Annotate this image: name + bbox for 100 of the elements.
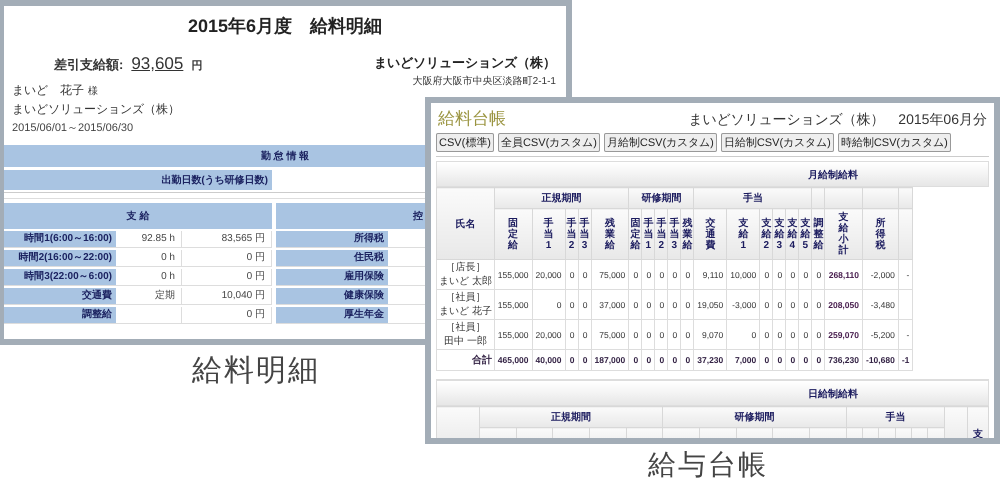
net-pay-amount: 93,605 <box>131 54 184 74</box>
employee-position: ［社員］ <box>444 290 486 304</box>
table-cell: 9,070 <box>702 330 724 340</box>
column-header: 支 <box>973 429 983 438</box>
column-header: 固定給 <box>630 218 640 250</box>
total-cell: 0 <box>778 355 782 365</box>
csv-button[interactable]: 時給制CSV(カスタム) <box>838 133 951 152</box>
group-header: 研修期間 <box>734 412 775 423</box>
group-header: 正規期間 <box>542 193 582 204</box>
company-period: まいどソリューションズ（株） 2015年06月分 <box>688 111 987 129</box>
column-header: 氏名 <box>455 218 476 230</box>
table-cell: 0 <box>660 300 664 310</box>
net-pay-label: 差引支給額: <box>54 56 124 74</box>
company-address: 大阪府大阪市中央区淡路町2-1-1 <box>412 74 556 88</box>
total-cell: 0 <box>686 355 690 365</box>
amount-value: 10,040 円 <box>222 290 265 301</box>
total-cell: 0 <box>570 355 575 365</box>
column-header: 手当2 <box>656 218 666 250</box>
total-cell: 0 <box>672 355 678 365</box>
table-cell: 0 <box>752 330 756 340</box>
section-title: 月給制給料 <box>808 170 858 181</box>
table-cell: 0 <box>634 330 638 340</box>
row-label: 健康保険 <box>276 288 388 304</box>
table-cell: 75,000 <box>599 270 626 280</box>
csv-button[interactable]: 全員CSV(カスタム) <box>498 133 600 152</box>
employee-company: まいどソリューションズ（株） <box>12 101 180 118</box>
table-cell: 0 <box>672 330 678 340</box>
table-cell: - <box>906 270 910 280</box>
table-cell: 0 <box>804 330 808 340</box>
column-header: 支給3 <box>774 218 784 250</box>
table-cell: 0 <box>686 330 690 340</box>
table-cell: 0 <box>790 330 796 340</box>
table-cell: 0 <box>764 300 770 310</box>
total-label: 合計 <box>472 355 492 366</box>
table-cell: 0 <box>778 270 782 280</box>
employee-name: まいど 太郎 <box>439 274 492 288</box>
row-label: 時間3(22:00～6:00) <box>4 269 116 285</box>
employee-position: ［社員］ <box>444 320 486 334</box>
quantity-value: 0 h <box>161 252 175 263</box>
employee-position: ［店長］ <box>444 260 486 274</box>
row-label: 時間1(6:00～16:00) <box>4 231 116 247</box>
column-header: 調整給 <box>813 218 824 250</box>
row-label: 雇用保険 <box>276 269 388 285</box>
amount-value: 0 円 <box>246 271 265 282</box>
employee-name: まいど 花子 <box>439 304 492 318</box>
amount-value: 0 円 <box>246 252 265 263</box>
currency-unit: 円 <box>191 59 202 73</box>
quantity-value: 92.85 h <box>142 233 175 244</box>
table-cell: 268,110 <box>828 270 859 280</box>
table-cell: 10,000 <box>730 270 756 280</box>
table-cell: 0 <box>816 270 822 280</box>
table-cell: 0 <box>570 300 575 310</box>
ledger-title: 給料台帳 <box>438 108 506 130</box>
column-header: 手当3 <box>580 218 590 250</box>
table-cell: 0 <box>778 330 782 340</box>
table-cell: 0 <box>570 270 575 280</box>
table-cell: 0 <box>672 300 678 310</box>
table-cell: 0 <box>816 300 822 310</box>
row-label: 交通費 <box>4 288 116 304</box>
table-cell: 0 <box>764 270 770 280</box>
total-cell: 0 <box>816 355 822 365</box>
table-cell: 0 <box>672 270 678 280</box>
table-cell: 0 <box>634 300 638 310</box>
group-header: 正規期間 <box>551 412 592 423</box>
table-cell: 0 <box>646 300 652 310</box>
table-cell: 0 <box>582 330 588 340</box>
table-cell: 259,070 <box>828 330 859 340</box>
total-cell: 0 <box>582 355 588 365</box>
table-cell: 0 <box>764 330 770 340</box>
csv-button[interactable]: 月給制CSV(カスタム) <box>604 133 717 152</box>
table-cell: 20,000 <box>536 330 562 340</box>
table-cell: -5,200 <box>870 330 895 340</box>
total-cell: 736,230 <box>828 355 859 365</box>
total-cell: 40,000 <box>536 355 562 365</box>
employee-name: 田中 一郎 <box>443 334 488 348</box>
table-cell: 0 <box>804 300 808 310</box>
row-label: 出勤日数(うち研修日数) <box>4 170 272 190</box>
honorific: 様 <box>88 84 98 98</box>
table-cell: 75,000 <box>599 330 626 340</box>
table-cell: 0 <box>634 270 638 280</box>
table-cell: 0 <box>686 270 690 280</box>
table-cell: 20,000 <box>536 270 562 280</box>
column-header: 手当1 <box>643 218 654 250</box>
csv-button[interactable]: CSV(標準) <box>436 133 494 152</box>
payslip-title: 2015年6月度 給料明細 <box>186 15 384 38</box>
total-cell: -1 <box>902 355 910 365</box>
company-name: まいどソリューションズ（株） <box>374 54 556 72</box>
table-cell: 0 <box>582 270 588 280</box>
table-cell: -3,480 <box>870 300 895 310</box>
table-cell: 155,000 <box>498 300 529 310</box>
table-cell: 0 <box>660 330 664 340</box>
csv-button[interactable]: 日給制CSV(カスタム) <box>720 133 834 152</box>
total-cell: 0 <box>804 355 808 365</box>
row-label: 調整給 <box>4 307 116 323</box>
table-cell: 155,000 <box>498 330 529 340</box>
group-header: 手当 <box>742 193 763 204</box>
table-cell: 0 <box>646 270 652 280</box>
amount-value: 0 円 <box>246 309 265 320</box>
row-label: 厚生年金 <box>276 307 388 323</box>
quantity-value: 0 h <box>161 271 175 282</box>
